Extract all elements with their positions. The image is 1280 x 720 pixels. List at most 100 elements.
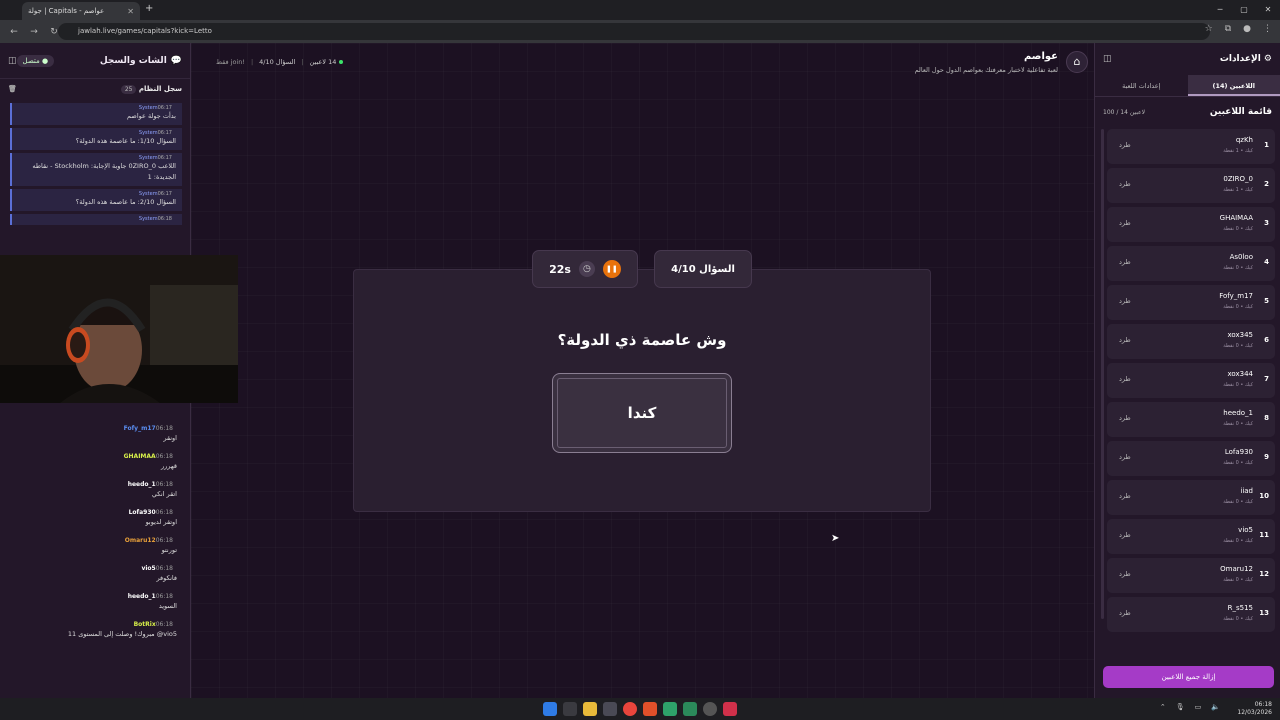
players-list-title: قائمة اللاعبين [1209, 107, 1272, 117]
kick-button[interactable]: طرد [1119, 258, 1131, 266]
player-rank: 11 [1259, 531, 1269, 539]
chat-icon: 💬 [170, 55, 182, 66]
tab-players[interactable]: اللاعبين (14) [1187, 75, 1280, 96]
tab-title: جولة | Capitals - عواصم [28, 7, 105, 15]
kick-button[interactable]: طرد [1119, 375, 1131, 383]
app-icon[interactable] [663, 702, 677, 716]
windows-start-icon[interactable] [543, 702, 557, 716]
timer-pill: 22s ◷ ❚❚ [532, 250, 638, 288]
chat-time: 06:18 [155, 593, 173, 600]
player-row: 3 GHAIMAA كيك • 0 نقطة طرد [1107, 207, 1275, 242]
answer-button[interactable]: كندا [552, 373, 732, 453]
system-clock[interactable]: 06:18 12/03/2026 [1237, 701, 1272, 717]
kick-button[interactable]: طرد [1119, 297, 1131, 305]
kick-button[interactable]: طرد [1119, 531, 1131, 539]
app-icon[interactable] [683, 702, 697, 716]
extensions-icon[interactable]: ⧉ [1225, 24, 1231, 34]
mouse-cursor-icon: ➤ [831, 533, 840, 544]
tab-game-settings[interactable]: إعدادات اللعبة [1095, 75, 1188, 96]
player-row: 1 qzKh كيك • 1 نقطة طرد [1107, 129, 1275, 164]
stat-separator: | [301, 58, 304, 66]
syslog-item: System06:17 اللاعب 0ZIRO_0 جاوبة الإجابة:… [10, 153, 182, 186]
chat-user[interactable]: Omaru12 [125, 537, 156, 544]
chat-text: vio5@ مبروك! وصلت إلى المستوى 11 [67, 630, 177, 638]
players-scrollbar[interactable] [1101, 129, 1104, 619]
player-info: كيك • 1 نقطة [1223, 148, 1253, 154]
close-window-icon[interactable]: ✕ [1256, 0, 1280, 20]
syslog-time: 06:18 [157, 216, 172, 222]
player-info: كيك • 0 نقطة [1223, 382, 1253, 388]
brave-icon[interactable] [643, 702, 657, 716]
kick-button[interactable]: طرد [1119, 180, 1131, 188]
chat-user[interactable]: GHAIMAA [124, 453, 156, 460]
syslog-title: سجل النظام 25 [120, 85, 182, 94]
browser-tab[interactable]: جولة | Capitals - عواصم ✕ [22, 2, 140, 20]
kick-button[interactable]: طرد [1119, 609, 1131, 617]
volume-icon[interactable]: 🔈 [1211, 703, 1220, 711]
chat-user[interactable]: vio5 [141, 565, 155, 572]
new-tab-icon[interactable]: + [145, 3, 153, 14]
wifi-icon[interactable]: ▭ [1195, 703, 1202, 711]
player-info: كيك • 0 نقطة [1223, 499, 1253, 505]
kick-button[interactable]: طرد [1119, 336, 1131, 344]
chat-text: قهررر [161, 462, 177, 470]
url-field[interactable]: jawlah.live/games/capitals?kick=Letto [58, 23, 1210, 40]
maximize-icon[interactable]: ▢ [1232, 0, 1256, 20]
obs-icon[interactable] [703, 702, 717, 716]
chat-user[interactable]: BotRix [134, 621, 156, 628]
chrome-icon[interactable] [623, 702, 637, 716]
syslog-title-text: سجل النظام [138, 85, 182, 93]
kick-button[interactable]: طرد [1119, 570, 1131, 578]
player-rank: 3 [1264, 219, 1269, 227]
panel-collapse-icon[interactable]: ◫ [1103, 54, 1112, 64]
bookmark-star-icon[interactable]: ☆ [1205, 24, 1213, 34]
tray-chevron-icon[interactable]: ⌃ [1160, 703, 1166, 711]
chat-user[interactable]: Fofy_m17 [124, 425, 156, 432]
player-rank: 5 [1264, 297, 1269, 305]
pause-icon[interactable]: ❚❚ [602, 260, 621, 278]
player-rank: 10 [1259, 492, 1269, 500]
kick-button[interactable]: طرد [1119, 141, 1131, 149]
remove-all-players-button[interactable]: إزالة جميع اللاعبين [1103, 666, 1274, 688]
chat-user[interactable]: heedo_1 [128, 481, 156, 488]
menu-icon[interactable]: ⋮ [1263, 24, 1272, 34]
kick-button[interactable]: طرد [1119, 414, 1131, 422]
profile-icon[interactable]: ● [1243, 24, 1251, 34]
chat-time: 06:18 [155, 453, 173, 460]
player-info: كيك • 0 نقطة [1223, 460, 1253, 466]
home-icon[interactable]: ⌂ [1066, 51, 1088, 73]
mic-icon[interactable]: 🎙 [1176, 703, 1185, 711]
game-title: عواصم [1023, 51, 1058, 62]
store-icon[interactable] [603, 702, 617, 716]
player-rank: 2 [1264, 180, 1269, 188]
question-counter: السؤال 4/10 [654, 250, 752, 288]
back-icon[interactable]: ← [8, 27, 20, 37]
player-row: 5 Fofy_m17 كيك • 0 نقطة طرد [1107, 285, 1275, 320]
player-rank: 1 [1264, 141, 1269, 149]
chat-time: 06:18 [155, 481, 173, 488]
chat-user[interactable]: Lofa930 [129, 509, 156, 516]
forward-icon[interactable]: → [28, 27, 40, 37]
trash-icon[interactable]: 🗑 [8, 85, 17, 93]
panel-toggle-icon[interactable]: ◫ [8, 56, 17, 66]
player-info: كيك • 0 نقطة [1223, 421, 1253, 427]
kick-button[interactable]: طرد [1119, 453, 1131, 461]
player-name: Omaru12 [1220, 565, 1253, 573]
player-rank: 12 [1259, 570, 1269, 578]
app-icon[interactable] [723, 702, 737, 716]
player-name: xox344 [1227, 370, 1254, 378]
minimize-icon[interactable]: ─ [1208, 0, 1232, 20]
kick-button[interactable]: طرد [1119, 492, 1131, 500]
syslog-item: System06:17 السؤال 2/10: ما عاصمة هذه الد… [10, 189, 182, 211]
chat-user[interactable]: heedo_1 [128, 593, 156, 600]
chat-message: GHAIMAA06:18 قهررر [0, 451, 191, 476]
file-explorer-icon[interactable] [583, 702, 597, 716]
player-row: 13 R_s515 كيك • 0 نقطة طرد [1107, 597, 1275, 632]
chat-time: 06:18 [155, 537, 173, 544]
kick-button[interactable]: طرد [1119, 219, 1131, 227]
player-name: Lofa930 [1224, 448, 1253, 456]
chat-time: 06:18 [155, 509, 173, 516]
search-icon[interactable] [563, 702, 577, 716]
close-tab-icon[interactable]: ✕ [127, 7, 134, 16]
player-rank: 6 [1264, 336, 1269, 344]
